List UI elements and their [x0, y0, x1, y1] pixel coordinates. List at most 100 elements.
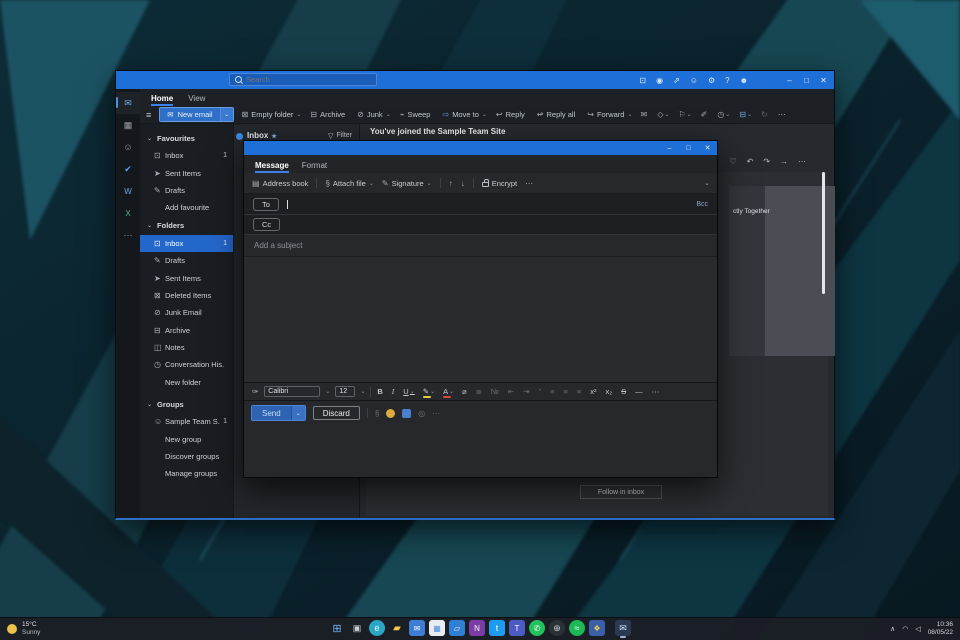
- folder-sent[interactable]: ➤ Sent Items: [140, 269, 233, 286]
- tab-view[interactable]: View: [188, 94, 205, 106]
- task-view-icon[interactable]: ▣: [349, 620, 365, 636]
- rail-people-icon[interactable]: ☺: [116, 136, 140, 158]
- spotify-icon[interactable]: ≈: [569, 620, 585, 636]
- ribbon-more-icon[interactable]: ⋯: [778, 110, 787, 119]
- highlight-button[interactable]: ✎ ⌄: [422, 387, 436, 396]
- folder-junk[interactable]: ⊘ Junk Email: [140, 304, 233, 321]
- reply-all-button[interactable]: ↫ Reply all: [537, 110, 578, 119]
- discard-button[interactable]: Discard: [313, 406, 360, 420]
- high-importance-icon[interactable]: ↑: [449, 179, 453, 188]
- sync-icon[interactable]: ↻: [761, 110, 769, 119]
- calendar-icon[interactable]: ▦: [429, 620, 445, 636]
- add-favourite-link[interactable]: Add favourite: [140, 199, 233, 216]
- insert-image-icon[interactable]: [402, 409, 411, 418]
- send-options-dropdown[interactable]: ⌄: [291, 406, 305, 420]
- favourites-header[interactable]: ⌄ Favourites: [140, 129, 233, 147]
- move-to-button[interactable]: ⇨ Move to ⌄: [442, 110, 486, 119]
- new-email-dropdown[interactable]: ⌄: [220, 108, 233, 121]
- flag-icon[interactable]: ⚐ ⌄: [678, 110, 691, 119]
- clock[interactable]: 10:36 08/05/22: [928, 621, 953, 636]
- attach-file-button[interactable]: § Attach file ⌄: [325, 179, 373, 188]
- to-button[interactable]: To: [253, 198, 279, 211]
- hamburger-icon[interactable]: ≡: [146, 110, 151, 120]
- clear-format-button[interactable]: ⌀: [461, 387, 469, 396]
- like-icon[interactable]: ♡: [729, 157, 736, 166]
- signature-button[interactable]: ✎ Signature ⌄: [382, 179, 432, 188]
- browser-icon[interactable]: ⊕: [549, 620, 565, 636]
- forward-button[interactable]: ↪ Forward ⌄: [587, 110, 632, 119]
- horizontal-rule-button[interactable]: —: [634, 387, 645, 396]
- encrypt-button[interactable]: Encrypt: [482, 179, 517, 188]
- folder-deleted[interactable]: ⊠ Deleted Items: [140, 287, 233, 304]
- numbering-button[interactable]: №: [490, 387, 501, 396]
- onenote-icon[interactable]: N: [469, 620, 485, 636]
- strikethrough-button[interactable]: S: [620, 387, 628, 396]
- subject-field[interactable]: Add a subject: [244, 235, 717, 257]
- audio-call-icon[interactable]: ◉: [656, 76, 663, 85]
- format-painter-icon[interactable]: ✑: [251, 387, 259, 396]
- read-unread-icon[interactable]: ✉: [641, 110, 649, 119]
- folder-sent-favourite[interactable]: ➤ Sent Items: [140, 164, 233, 181]
- wifi-icon[interactable]: ◠: [902, 625, 908, 633]
- outlook-icon[interactable]: ✉: [409, 620, 425, 636]
- outdent-button[interactable]: ⇤: [507, 387, 516, 396]
- folders-header[interactable]: ⌄ Folders: [140, 217, 233, 235]
- share-icon[interactable]: ⇗: [673, 76, 680, 85]
- bold-button[interactable]: B: [376, 387, 384, 396]
- rail-word-icon[interactable]: W: [116, 180, 140, 202]
- archive-button[interactable]: ⊟ Archive: [310, 110, 348, 119]
- rail-mail-icon[interactable]: ✉: [116, 92, 140, 114]
- send-button[interactable]: Send ⌄: [251, 405, 306, 421]
- junk-button[interactable]: ⊘ Junk ⌄: [357, 110, 391, 119]
- help-icon[interactable]: ?: [725, 76, 729, 85]
- reply-all-icon[interactable]: ↷: [763, 157, 770, 166]
- search-box[interactable]: [229, 73, 377, 86]
- manage-groups-link[interactable]: Manage groups: [140, 465, 233, 482]
- format-more-icon[interactable]: ⋯: [651, 387, 662, 396]
- reading-scrollbar[interactable]: [822, 172, 825, 294]
- folder-archive[interactable]: ⊟ Archive: [140, 322, 233, 339]
- compose-minimize-button[interactable]: –: [660, 145, 679, 152]
- rail-calendar-icon[interactable]: ▦: [116, 114, 140, 136]
- filter-button[interactable]: ▽ Filter: [328, 132, 352, 140]
- new-folder-link[interactable]: New folder: [140, 374, 233, 391]
- account-icon[interactable]: ☺: [690, 76, 698, 85]
- maximize-button[interactable]: □: [798, 76, 815, 85]
- edge-icon[interactable]: e: [369, 620, 385, 636]
- compose-tab-format[interactable]: Format: [302, 161, 327, 173]
- compose-close-button[interactable]: ✕: [698, 144, 717, 152]
- groups-header[interactable]: ⌄ Groups: [140, 395, 233, 413]
- dictation-icon[interactable]: ◎: [418, 409, 425, 418]
- font-size-select[interactable]: 12: [335, 386, 355, 397]
- store-icon[interactable]: ▱: [449, 620, 465, 636]
- message-body-editor[interactable]: [244, 257, 717, 382]
- subscript-button[interactable]: x₂: [604, 387, 614, 396]
- underline-button[interactable]: U ⌄: [402, 387, 415, 396]
- rail-more-icon[interactable]: ⋯: [116, 224, 140, 246]
- chevron-down-icon[interactable]: ⌄: [325, 388, 330, 395]
- align-center-button[interactable]: ≡: [562, 387, 569, 396]
- folder-conversation-history[interactable]: ◷ Conversation His...: [140, 356, 233, 373]
- low-importance-icon[interactable]: ↓: [461, 179, 465, 188]
- emoji-picker-icon[interactable]: [386, 409, 395, 418]
- new-email-button[interactable]: ✉ New email ⌄: [159, 107, 233, 122]
- reading-more-icon[interactable]: ⋯: [798, 157, 806, 166]
- empty-folder-button[interactable]: ⊠ Empty folder ⌄: [242, 110, 302, 119]
- compose-tab-message[interactable]: Message: [255, 161, 289, 173]
- start-button[interactable]: ⊞: [329, 620, 345, 636]
- rail-excel-icon[interactable]: X: [116, 202, 140, 224]
- close-button[interactable]: ✕: [815, 76, 832, 85]
- group-sample-team[interactable]: ☺ Sample Team S... 1: [140, 413, 233, 430]
- reply-icon[interactable]: ↶: [747, 157, 754, 166]
- italic-button[interactable]: I: [391, 387, 397, 396]
- quote-button[interactable]: ”: [538, 387, 544, 396]
- discover-groups-link[interactable]: Discover groups: [140, 448, 233, 465]
- meet-now-icon[interactable]: ⊡: [639, 76, 646, 85]
- align-right-button[interactable]: ≡: [576, 387, 583, 396]
- reply-button[interactable]: ↩ Reply: [496, 110, 528, 119]
- cc-button[interactable]: Cc: [253, 218, 280, 231]
- weather-widget[interactable]: 15°C Sunny: [7, 621, 40, 636]
- folder-inbox[interactable]: ⊡ Inbox 1: [140, 235, 233, 252]
- chevron-down-icon[interactable]: ⌄: [360, 388, 365, 395]
- folder-drafts[interactable]: ✎ Drafts: [140, 252, 233, 269]
